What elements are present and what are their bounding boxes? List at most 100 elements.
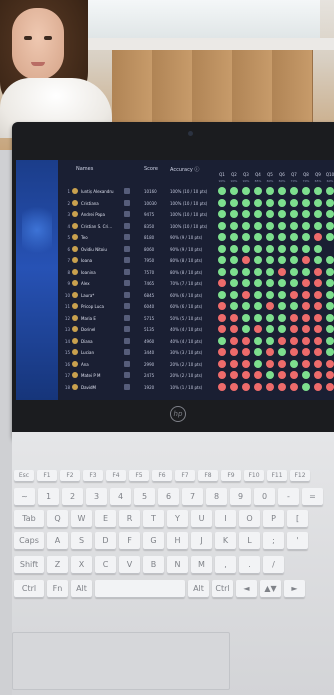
leaderboard-row[interactable]: 13 Dorinel 5135 40% (4 / 10 pts): [58, 324, 334, 335]
key-alt[interactable]: Alt: [188, 580, 209, 598]
leaderboard-row[interactable]: 15 Lucian 3440 30% (3 / 10 pts): [58, 347, 334, 358]
key-z[interactable]: Z: [47, 556, 68, 574]
key-ctrl[interactable]: Ctrl: [14, 580, 44, 598]
key-r[interactable]: R: [119, 510, 140, 528]
accuracy-header[interactable]: Accuracy ⓘ: [170, 166, 199, 173]
key-[interactable]: [: [287, 510, 308, 528]
question-header[interactable]: Q9: [312, 172, 324, 177]
key-f11[interactable]: F11: [267, 470, 287, 482]
key-s[interactable]: S: [71, 532, 92, 550]
key-f8[interactable]: F8: [198, 470, 218, 482]
leaderboard-row[interactable]: 9 Alex 7465 70% (7 / 10 pts): [58, 278, 334, 289]
key-c[interactable]: C: [95, 556, 116, 574]
key-[interactable]: ~: [14, 488, 35, 506]
key-i[interactable]: I: [215, 510, 236, 528]
key-e[interactable]: E: [95, 510, 116, 528]
key-7[interactable]: 7: [182, 488, 203, 506]
key-p[interactable]: P: [263, 510, 284, 528]
key-x[interactable]: X: [71, 556, 92, 574]
leaderboard-row[interactable]: 11 Pricop Luca 6040 60% (6 / 10 pts): [58, 301, 334, 312]
key-b[interactable]: B: [143, 556, 164, 574]
key-a[interactable]: A: [47, 532, 68, 550]
key-d[interactable]: D: [95, 532, 116, 550]
key-f4[interactable]: F4: [106, 470, 126, 482]
leaderboard-row[interactable]: 12 Maria E 5715 50% (5 / 10 pts): [58, 313, 334, 324]
leaderboard-row[interactable]: 6 Ovidiu Nitoiu 8060 90% (9 / 10 pts): [58, 244, 334, 255]
key-m[interactable]: M: [191, 556, 212, 574]
key-k[interactable]: K: [215, 532, 236, 550]
leaderboard-row[interactable]: 4 Cristian S. Cri… 8350 100% (10 / 10 pts): [58, 221, 334, 232]
key-ctrl[interactable]: Ctrl: [212, 580, 233, 598]
question-header[interactable]: Q10: [324, 172, 334, 177]
key-y[interactable]: Y: [167, 510, 188, 528]
key-f5[interactable]: F5: [129, 470, 149, 482]
key-[interactable]: ,: [215, 556, 236, 574]
key-2[interactable]: 2: [62, 488, 83, 506]
key-0[interactable]: 0: [254, 488, 275, 506]
leaderboard-row[interactable]: 5 Teo 8180 90% (9 / 10 pts): [58, 232, 334, 243]
leaderboard-row[interactable]: 1 luntiș Alexandru 10160 100% (10 / 10 pts): [58, 186, 334, 197]
question-header[interactable]: Q7: [288, 172, 300, 177]
key-f10[interactable]: F10: [244, 470, 264, 482]
key-shift[interactable]: Shift: [14, 556, 44, 574]
key-fn[interactable]: Fn: [47, 580, 68, 598]
leaderboard-row[interactable]: 17 Matei P M 2475 20% (2 / 10 pts): [58, 370, 334, 381]
leaderboard-row[interactable]: 3 Andrei Popa 9475 100% (10 / 10 pts): [58, 209, 334, 220]
key-f7[interactable]: F7: [175, 470, 195, 482]
key-caps[interactable]: Caps: [14, 532, 44, 550]
leaderboard-row[interactable]: 8 Ioanina 7570 80% (8 / 10 pts): [58, 267, 334, 278]
key-alt[interactable]: Alt: [71, 580, 92, 598]
key-j[interactable]: J: [191, 532, 212, 550]
key-4[interactable]: 4: [110, 488, 131, 506]
key-h[interactable]: H: [167, 532, 188, 550]
key-w[interactable]: W: [71, 510, 92, 528]
key-o[interactable]: O: [239, 510, 260, 528]
key-6[interactable]: 6: [158, 488, 179, 506]
key-tab[interactable]: Tab: [14, 510, 44, 528]
key-9[interactable]: 9: [230, 488, 251, 506]
touchpad[interactable]: [12, 632, 230, 690]
key-5[interactable]: 5: [134, 488, 155, 506]
key-[interactable]: ◄: [236, 580, 257, 598]
leaderboard-row[interactable]: 14 Diana 4960 40% (4 / 10 pts): [58, 336, 334, 347]
key-n[interactable]: N: [167, 556, 188, 574]
key-[interactable]: ▲▼: [260, 580, 281, 598]
key-q[interactable]: Q: [47, 510, 68, 528]
key-f12[interactable]: F12: [290, 470, 310, 482]
key-f9[interactable]: F9: [221, 470, 241, 482]
leaderboard-row[interactable]: 18 DavidM 1920 10% (1 / 10 pts): [58, 382, 334, 393]
key-v[interactable]: V: [119, 556, 140, 574]
key-g[interactable]: G: [143, 532, 164, 550]
leaderboard-row[interactable]: 16 Ana 2990 20% (2 / 10 pts): [58, 359, 334, 370]
key-f2[interactable]: F2: [60, 470, 80, 482]
key-t[interactable]: T: [143, 510, 164, 528]
key-[interactable]: /: [263, 556, 284, 574]
spacebar-key[interactable]: [95, 580, 185, 598]
key-l[interactable]: L: [239, 532, 260, 550]
leaderboard-row[interactable]: 2 Cristiana 10030 100% (10 / 10 pts): [58, 198, 334, 209]
question-header[interactable]: Q1: [216, 172, 228, 177]
key-f6[interactable]: F6: [152, 470, 172, 482]
key-8[interactable]: 8: [206, 488, 227, 506]
key-f[interactable]: F: [119, 532, 140, 550]
question-header[interactable]: Q6: [276, 172, 288, 177]
key-[interactable]: .: [239, 556, 260, 574]
leaderboard-row[interactable]: 10 Laura* 6845 60% (6 / 10 pts): [58, 290, 334, 301]
leaderboard-row[interactable]: 7 Ioana 7950 80% (8 / 10 pts): [58, 255, 334, 266]
key-1[interactable]: 1: [38, 488, 59, 506]
key-[interactable]: ': [287, 532, 308, 550]
key-f3[interactable]: F3: [83, 470, 103, 482]
key-f1[interactable]: F1: [37, 470, 57, 482]
key-[interactable]: ;: [263, 532, 284, 550]
key-esc[interactable]: Esc: [14, 470, 34, 482]
key-3[interactable]: 3: [86, 488, 107, 506]
question-header[interactable]: Q3: [240, 172, 252, 177]
key-[interactable]: =: [302, 488, 323, 506]
key-[interactable]: -: [278, 488, 299, 506]
key-[interactable]: ►: [284, 580, 305, 598]
question-header[interactable]: Q4: [252, 172, 264, 177]
question-header[interactable]: Q2: [228, 172, 240, 177]
key-u[interactable]: U: [191, 510, 212, 528]
question-header[interactable]: Q5: [264, 172, 276, 177]
question-header[interactable]: Q8: [300, 172, 312, 177]
